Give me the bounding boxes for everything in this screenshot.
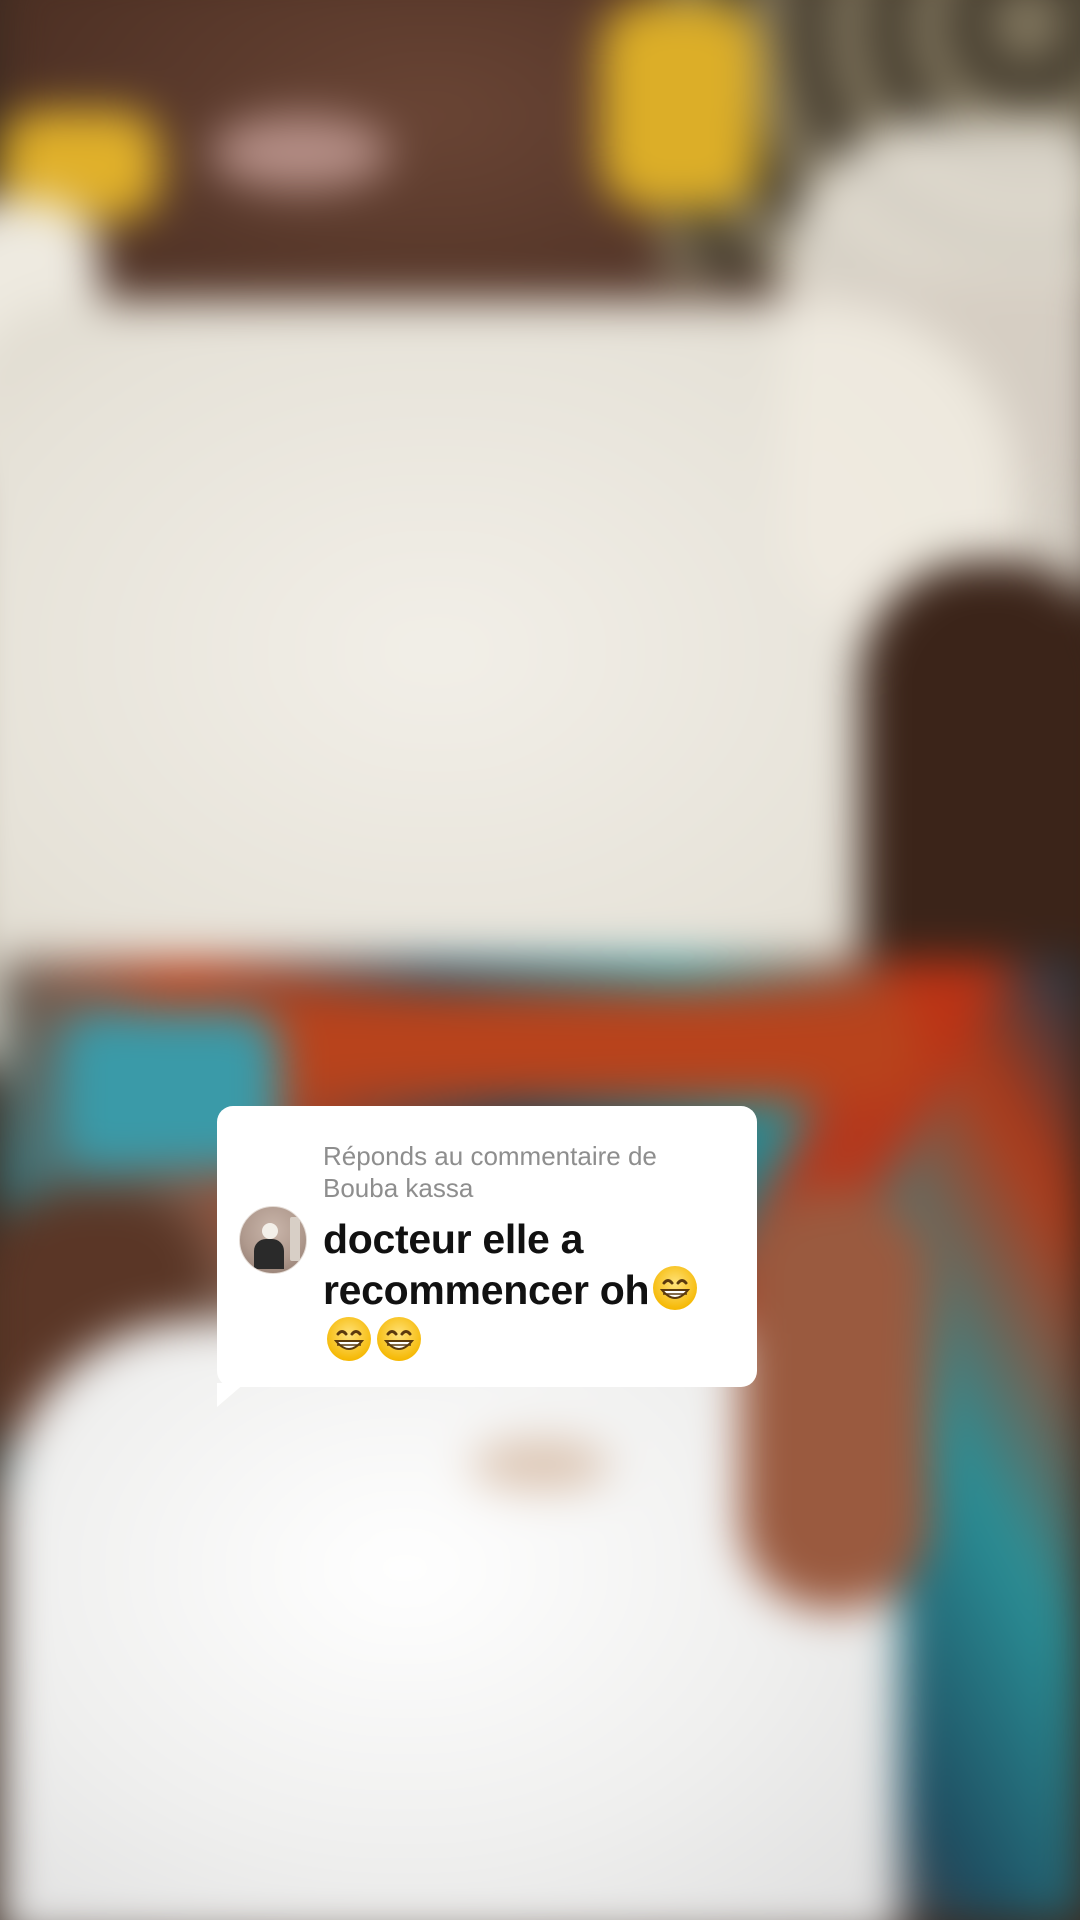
grinning-face-icon [327,1317,371,1361]
grinning-face-icon [653,1266,698,1310]
cloth-stain [470,1440,610,1490]
reply-bubble-tail [217,1383,245,1407]
comment-text: docteur elle a recommencer oh [323,1214,731,1366]
user-avatar[interactable] [239,1206,307,1274]
reply-header-label: Réponds au commentaire de [323,1141,657,1171]
video-frame[interactable]: Réponds au commentaire de Bouba kassa do… [0,0,1080,1920]
reply-header: Réponds au commentaire de Bouba kassa [323,1140,731,1204]
reply-header-username: Bouba kassa [323,1173,474,1203]
avatar-head [262,1223,278,1239]
grinning-face-icon [377,1317,421,1361]
reply-to-comment-sticker[interactable]: Réponds au commentaire de Bouba kassa do… [217,1106,757,1387]
emoji-row [649,1266,699,1313]
hand-right [740,1190,930,1610]
avatar-body [254,1239,284,1269]
emoji-row-2 [323,1317,423,1364]
lips [210,115,390,190]
blurred-video-background [0,0,1080,1920]
sleeve-right [780,120,1080,640]
comment-text-body: docteur elle a recommencer oh [323,1216,650,1313]
yellow-bead-hair-right [600,0,760,210]
avatar-door [290,1217,300,1261]
